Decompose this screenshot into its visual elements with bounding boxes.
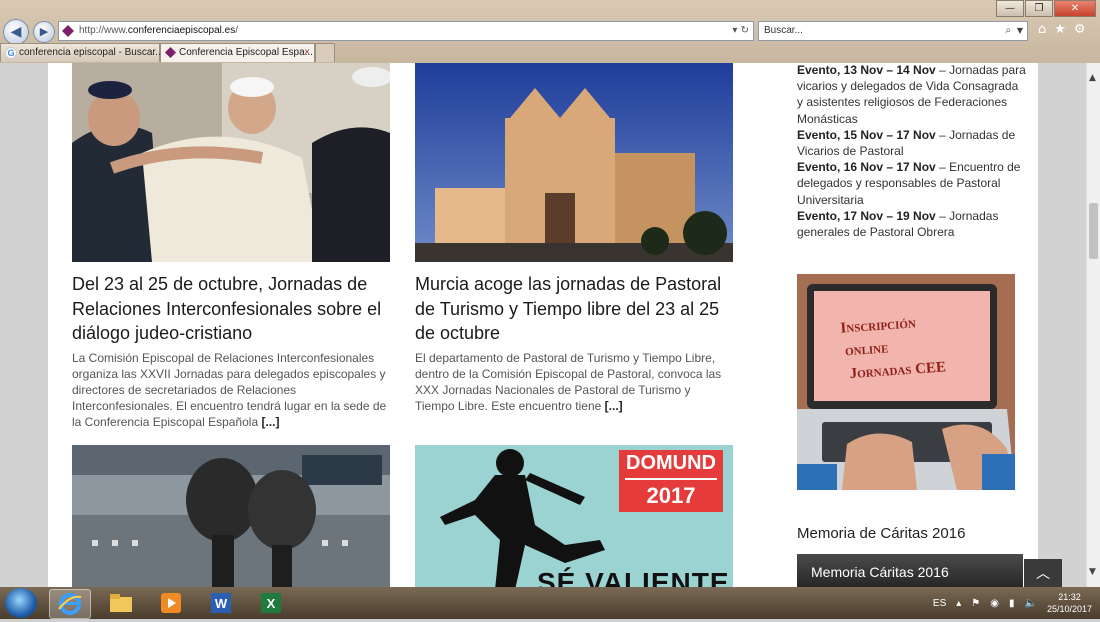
- excel-icon[interactable]: X: [251, 589, 291, 617]
- domund-badge: DOMUND 2017: [619, 450, 723, 512]
- tab-label: conferencia episcopal - Buscar...: [19, 47, 164, 58]
- scroll-thumb[interactable]: [1089, 203, 1098, 259]
- article-card-murcia: Murcia acoge las jornadas de Pastoral de…: [415, 272, 733, 414]
- tab-label: Conferencia Episcopal Espa...: [179, 47, 313, 58]
- article-title[interactable]: Del 23 al 25 de octubre, Jornadas de Rel…: [72, 272, 390, 346]
- event-date: Evento, 13 Nov – 14 Nov: [797, 63, 936, 77]
- windows-taskbar: W X ES ▴ ⚑ ◉ ▮ 🔈 21:32 25/10/2017: [0, 587, 1100, 619]
- read-more-link[interactable]: [...]: [261, 415, 279, 429]
- home-icon[interactable]: ⌂: [1038, 22, 1046, 37]
- domund-slogan: SÉ VALIENTE: [537, 567, 730, 587]
- file-explorer-icon[interactable]: [101, 589, 141, 617]
- google-icon: G: [5, 47, 17, 59]
- svg-text:X: X: [267, 596, 276, 611]
- internet-explorer-icon[interactable]: [49, 589, 91, 619]
- address-bar[interactable]: http://www.conferenciaepiscopal.es/ ▾ ↻: [58, 21, 754, 41]
- article-title[interactable]: Murcia acoge las jornadas de Pastoral de…: [415, 272, 733, 346]
- media-player-icon[interactable]: [151, 589, 191, 617]
- event-date: Evento, 15 Nov – 17 Nov: [797, 127, 936, 142]
- jornadas-banner[interactable]: Inscripción online Jornadas CEE: [797, 274, 1015, 490]
- event-date: Evento, 16 Nov – 17 Nov: [797, 160, 936, 175]
- browser-chrome: — ❐ ✕ ◀ ▶ http://www.conferenciaepiscopa…: [0, 0, 1100, 63]
- article-image-radio[interactable]: [72, 445, 390, 587]
- search-box[interactable]: Buscar... ⌕ ▼: [758, 21, 1028, 41]
- article-image-murcia[interactable]: [415, 63, 733, 262]
- restore-button[interactable]: ❐: [1025, 0, 1053, 17]
- event-item[interactable]: Evento, 17 Nov – 19 Nov – Jornadas gener…: [797, 208, 1027, 240]
- svg-text:W: W: [215, 596, 228, 611]
- caritas-banner-text: Memoria Cáritas 2016: [811, 564, 949, 580]
- tab-strip: G conferencia episcopal - Buscar... Conf…: [0, 43, 335, 62]
- event-item[interactable]: Evento, 15 Nov – 17 Nov – Jornadas de Vi…: [797, 127, 1027, 159]
- toolbar-icons: ⌂ ★ ⚙: [1038, 22, 1086, 37]
- search-icon[interactable]: ⌕: [1005, 22, 1011, 40]
- network-icon[interactable]: ▮: [1009, 598, 1015, 609]
- forward-icon[interactable]: ▶: [33, 21, 55, 43]
- site-favicon-icon: [62, 25, 74, 37]
- tray-expand-icon[interactable]: ▴: [956, 598, 961, 609]
- language-indicator[interactable]: ES: [933, 598, 946, 609]
- events-list: Evento, 13 Nov – 14 Nov – Jornadas para …: [797, 63, 1027, 240]
- window-controls: — ❐ ✕: [996, 0, 1096, 17]
- article-excerpt: El departamento de Pastoral de Turismo y…: [415, 350, 722, 414]
- murcia-photo: [415, 63, 733, 262]
- tab-close-icon[interactable]: ×: [304, 44, 310, 62]
- caritas-heading: Memoria de Cáritas 2016: [797, 525, 966, 542]
- clock-time: 21:32: [1058, 592, 1081, 602]
- security-icon[interactable]: ◉: [990, 598, 999, 609]
- event-item[interactable]: Evento, 16 Nov – 17 Nov – Encuentro de d…: [797, 159, 1027, 208]
- banner-text: Inscripción online Jornadas CEE: [840, 311, 947, 387]
- tab-cee[interactable]: Conferencia Episcopal Espa... ×: [160, 43, 315, 62]
- article-image-interfaith[interactable]: [72, 63, 390, 262]
- cee-icon: [165, 47, 176, 58]
- caritas-banner[interactable]: Memoria Cáritas 2016: [797, 554, 1023, 587]
- event-date: Evento, 17 Nov – 19 Nov: [797, 208, 936, 223]
- scroll-down-icon[interactable]: ▼: [1089, 567, 1096, 577]
- read-more-link[interactable]: [...]: [605, 399, 623, 413]
- tools-icon[interactable]: ⚙: [1074, 22, 1086, 37]
- radio-photo: [72, 445, 390, 587]
- search-dropdown-icon[interactable]: ▼: [1017, 22, 1023, 40]
- word-icon[interactable]: W: [201, 589, 241, 617]
- event-item[interactable]: Evento, 13 Nov – 14 Nov – Jornadas para …: [797, 63, 1027, 127]
- refresh-icon[interactable]: ▾ ↻: [732, 22, 749, 40]
- interfaith-photo: [72, 63, 390, 262]
- article-image-domund[interactable]: DOMUND 2017 SÉ VALIENTE: [415, 445, 733, 587]
- start-button[interactable]: [5, 588, 37, 618]
- volume-icon[interactable]: 🔈: [1025, 598, 1037, 609]
- page-scrollbar[interactable]: ▲ ▼: [1086, 63, 1100, 587]
- scroll-up-icon[interactable]: ▲: [1089, 73, 1096, 83]
- domund-year: 2017: [646, 483, 696, 508]
- system-tray: ES ▴ ⚑ ◉ ▮ 🔈 21:32 25/10/2017: [933, 587, 1092, 619]
- address-url: http://www.conferenciaepiscopal.es/: [79, 25, 238, 36]
- close-button[interactable]: ✕: [1054, 0, 1096, 17]
- back-icon[interactable]: ◀: [3, 19, 29, 45]
- favorites-icon[interactable]: ★: [1054, 22, 1066, 37]
- domund-title: DOMUND: [626, 452, 716, 474]
- page-viewport: Del 23 al 25 de octubre, Jornadas de Rel…: [0, 63, 1086, 587]
- article-excerpt: La Comisión Episcopal de Relaciones Inte…: [72, 350, 387, 430]
- back-to-top-button[interactable]: ︿: [1024, 559, 1062, 587]
- article-card-interfaith: Del 23 al 25 de octubre, Jornadas de Rel…: [72, 272, 390, 431]
- tab-google-search[interactable]: G conferencia episcopal - Buscar...: [0, 43, 164, 62]
- search-placeholder: Buscar...: [764, 25, 803, 36]
- minimize-button[interactable]: —: [996, 0, 1024, 17]
- clock[interactable]: 21:32 25/10/2017: [1047, 591, 1092, 615]
- flag-icon[interactable]: ⚑: [971, 598, 980, 609]
- new-tab-button[interactable]: [315, 43, 335, 62]
- clock-date: 25/10/2017: [1046, 604, 1092, 614]
